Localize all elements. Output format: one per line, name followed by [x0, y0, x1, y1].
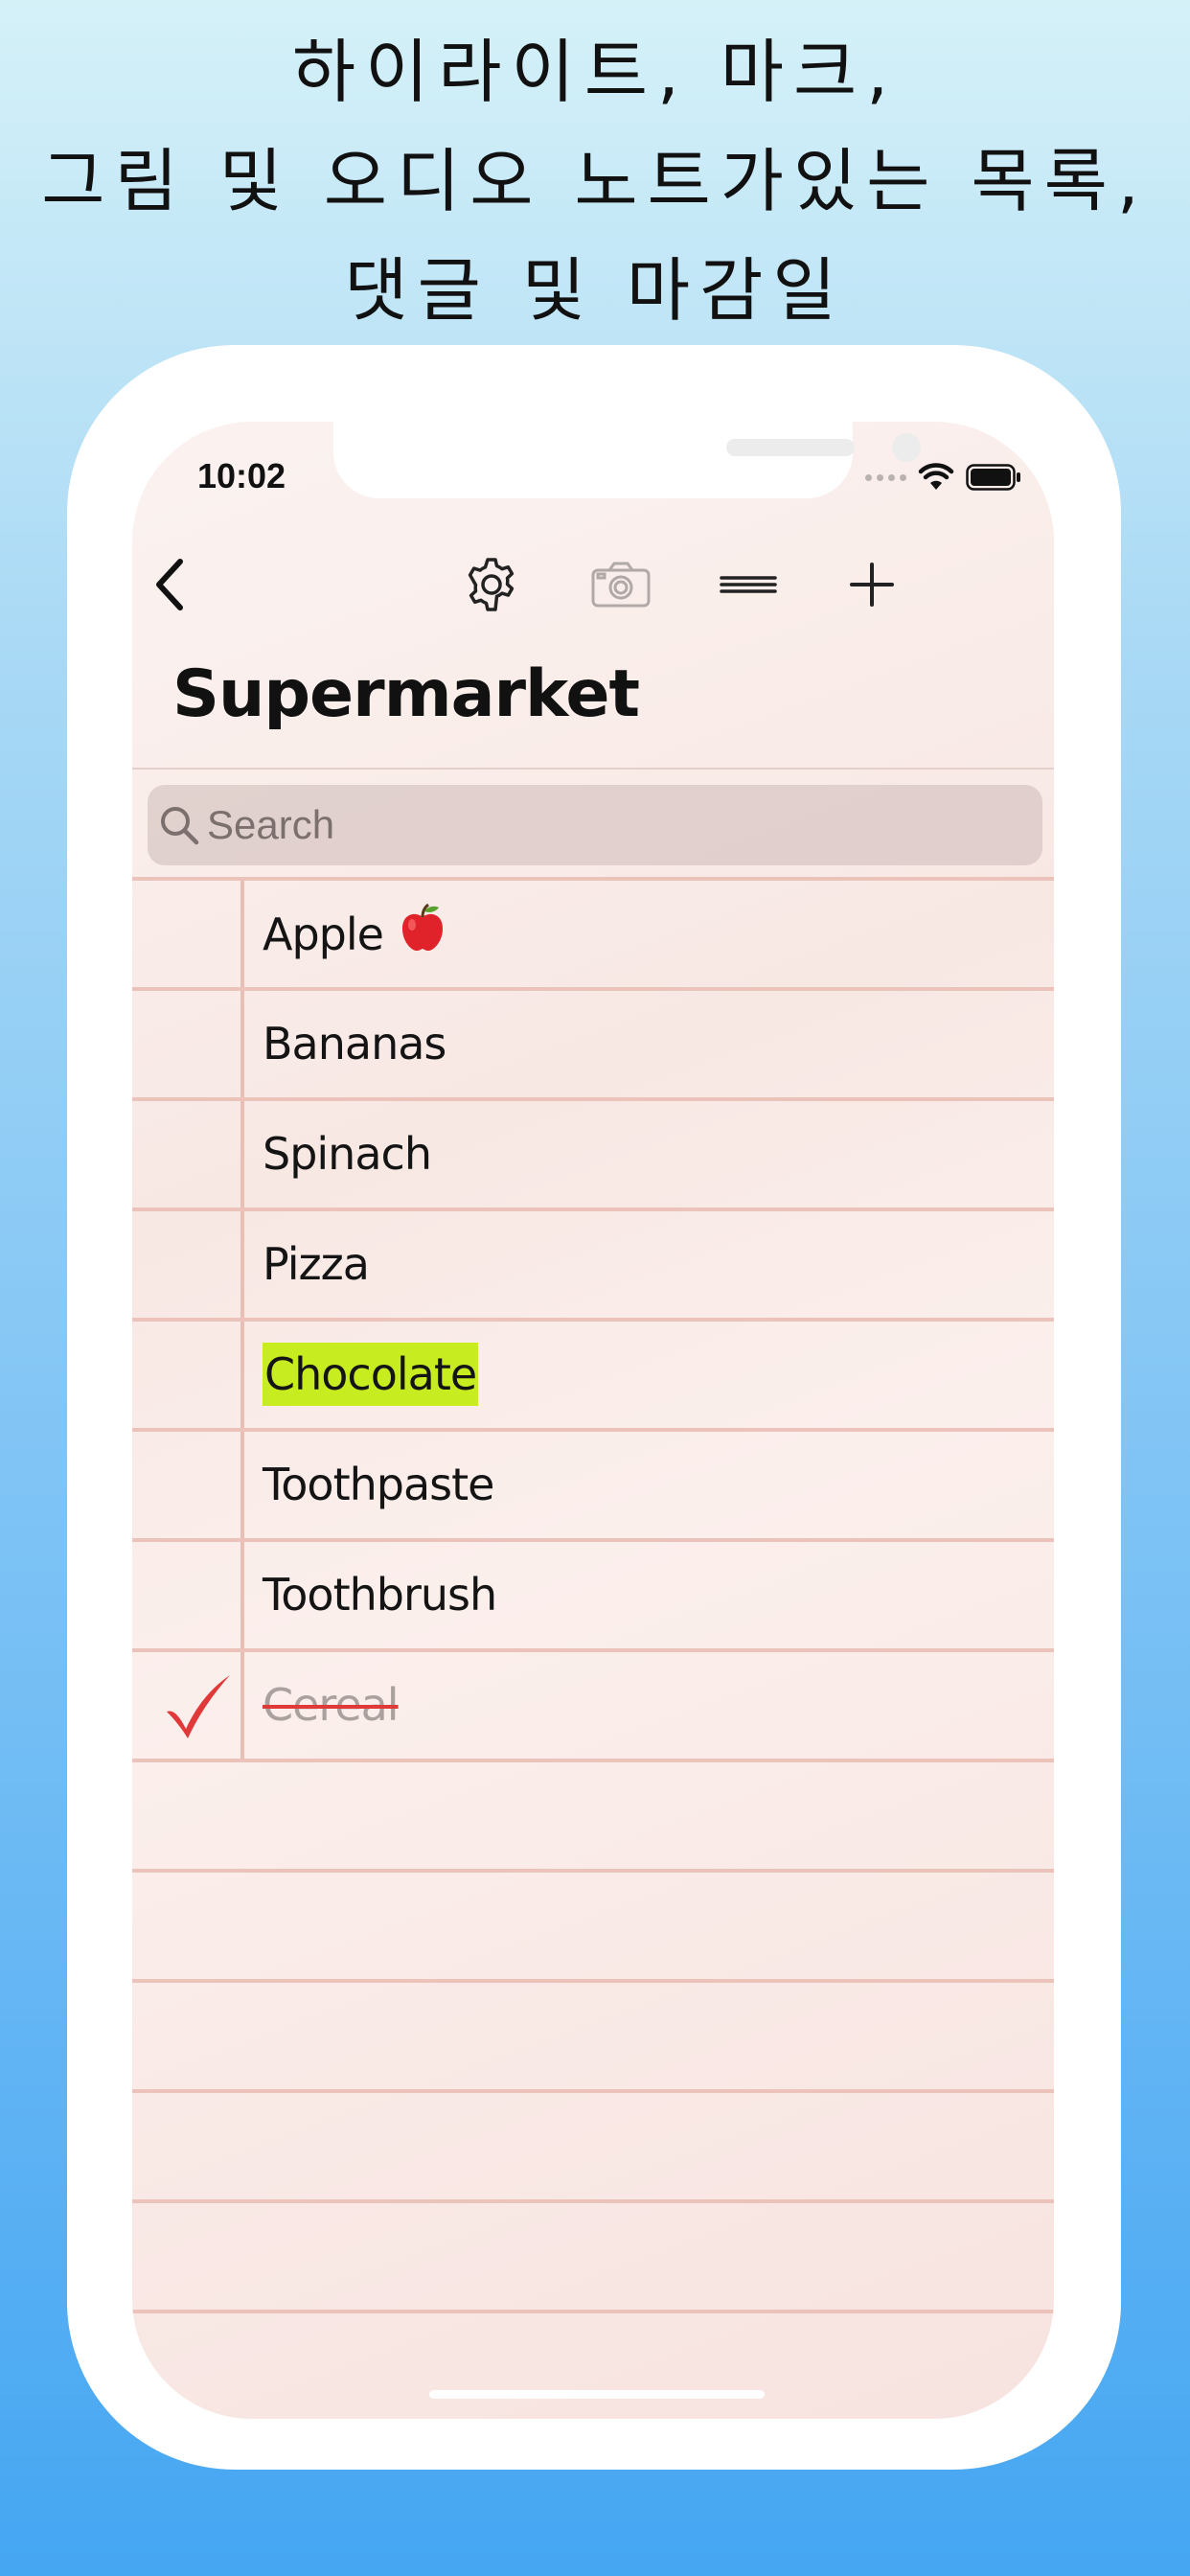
rule-line: [132, 2310, 1054, 2313]
rule-line: [132, 1979, 1054, 1983]
headline-line-3: 댓글 및 마감일: [344, 250, 846, 331]
speaker-grille: [726, 439, 855, 456]
settings-gear-icon: [468, 558, 515, 611]
search-bar[interactable]: [148, 785, 1042, 865]
list-title: Supermarket: [172, 656, 640, 732]
nav-divider: [132, 768, 1054, 770]
headline-line-1: 하이라이트, 마크,: [291, 32, 899, 112]
headline-line-2: 그림 및 오디오 노트가있는 목록,: [41, 141, 1149, 221]
status-icons: [865, 462, 1021, 493]
item-label: Toothpaste: [263, 1459, 494, 1510]
item-label: Bananas: [263, 1018, 446, 1070]
checkmark-icon[interactable]: [161, 1669, 234, 1742]
search-icon: [157, 803, 201, 847]
notch: [333, 422, 921, 498]
list-item[interactable]: Spinach: [132, 1101, 1054, 1208]
wifi-icon: [918, 463, 954, 490]
reorder-button[interactable]: [710, 546, 787, 623]
battery-icon: [966, 464, 1020, 491]
home-indicator[interactable]: [429, 2390, 765, 2399]
item-label: Toothbrush: [263, 1569, 497, 1621]
rule-line: [132, 2089, 1054, 2093]
list-item[interactable]: Chocolate: [132, 1322, 1054, 1429]
item-label: Pizza: [263, 1238, 370, 1290]
list-item[interactable]: Toothpaste: [132, 1432, 1054, 1539]
item-label: Apple: [263, 902, 448, 970]
list-item-checked[interactable]: Cereal: [132, 1652, 1054, 1760]
back-chevron-icon: [156, 559, 183, 610]
camera-icon: [591, 562, 651, 608]
front-camera: [892, 433, 921, 462]
item-label-highlighted: Chocolate: [263, 1343, 479, 1406]
camera-button[interactable]: [583, 546, 659, 623]
item-list: Apple Bananas Spinach Pizza Chocolate To…: [132, 877, 1054, 2419]
list-item[interactable]: Pizza: [132, 1211, 1054, 1319]
reorder-lines-icon: [720, 576, 777, 593]
back-button[interactable]: [132, 546, 209, 623]
cellular-signal-icon: [865, 473, 906, 481]
add-item-button[interactable]: [834, 546, 910, 623]
apple-icon: [397, 902, 448, 970]
list-item[interactable]: Bananas: [132, 991, 1054, 1098]
list-item[interactable]: Toothbrush: [132, 1542, 1054, 1649]
status-time: 10:02: [197, 456, 286, 495]
rule-line: [132, 1869, 1054, 1873]
phone-screen: 10:02 Supermarket Search Apple Bananas S…: [132, 422, 1054, 2419]
list-item[interactable]: Apple: [132, 881, 1054, 988]
add-plus-icon: [850, 563, 894, 607]
promo-headline: 하이라이트, 마크, 그림 및 오디오 노트가있는 목록, 댓글 및 마감일: [0, 17, 1190, 345]
item-label-done: Cereal: [263, 1679, 400, 1731]
search-input[interactable]: [201, 801, 1023, 849]
rule-line: [132, 2199, 1054, 2203]
item-label: Spinach: [263, 1128, 432, 1180]
settings-button[interactable]: [453, 546, 530, 623]
